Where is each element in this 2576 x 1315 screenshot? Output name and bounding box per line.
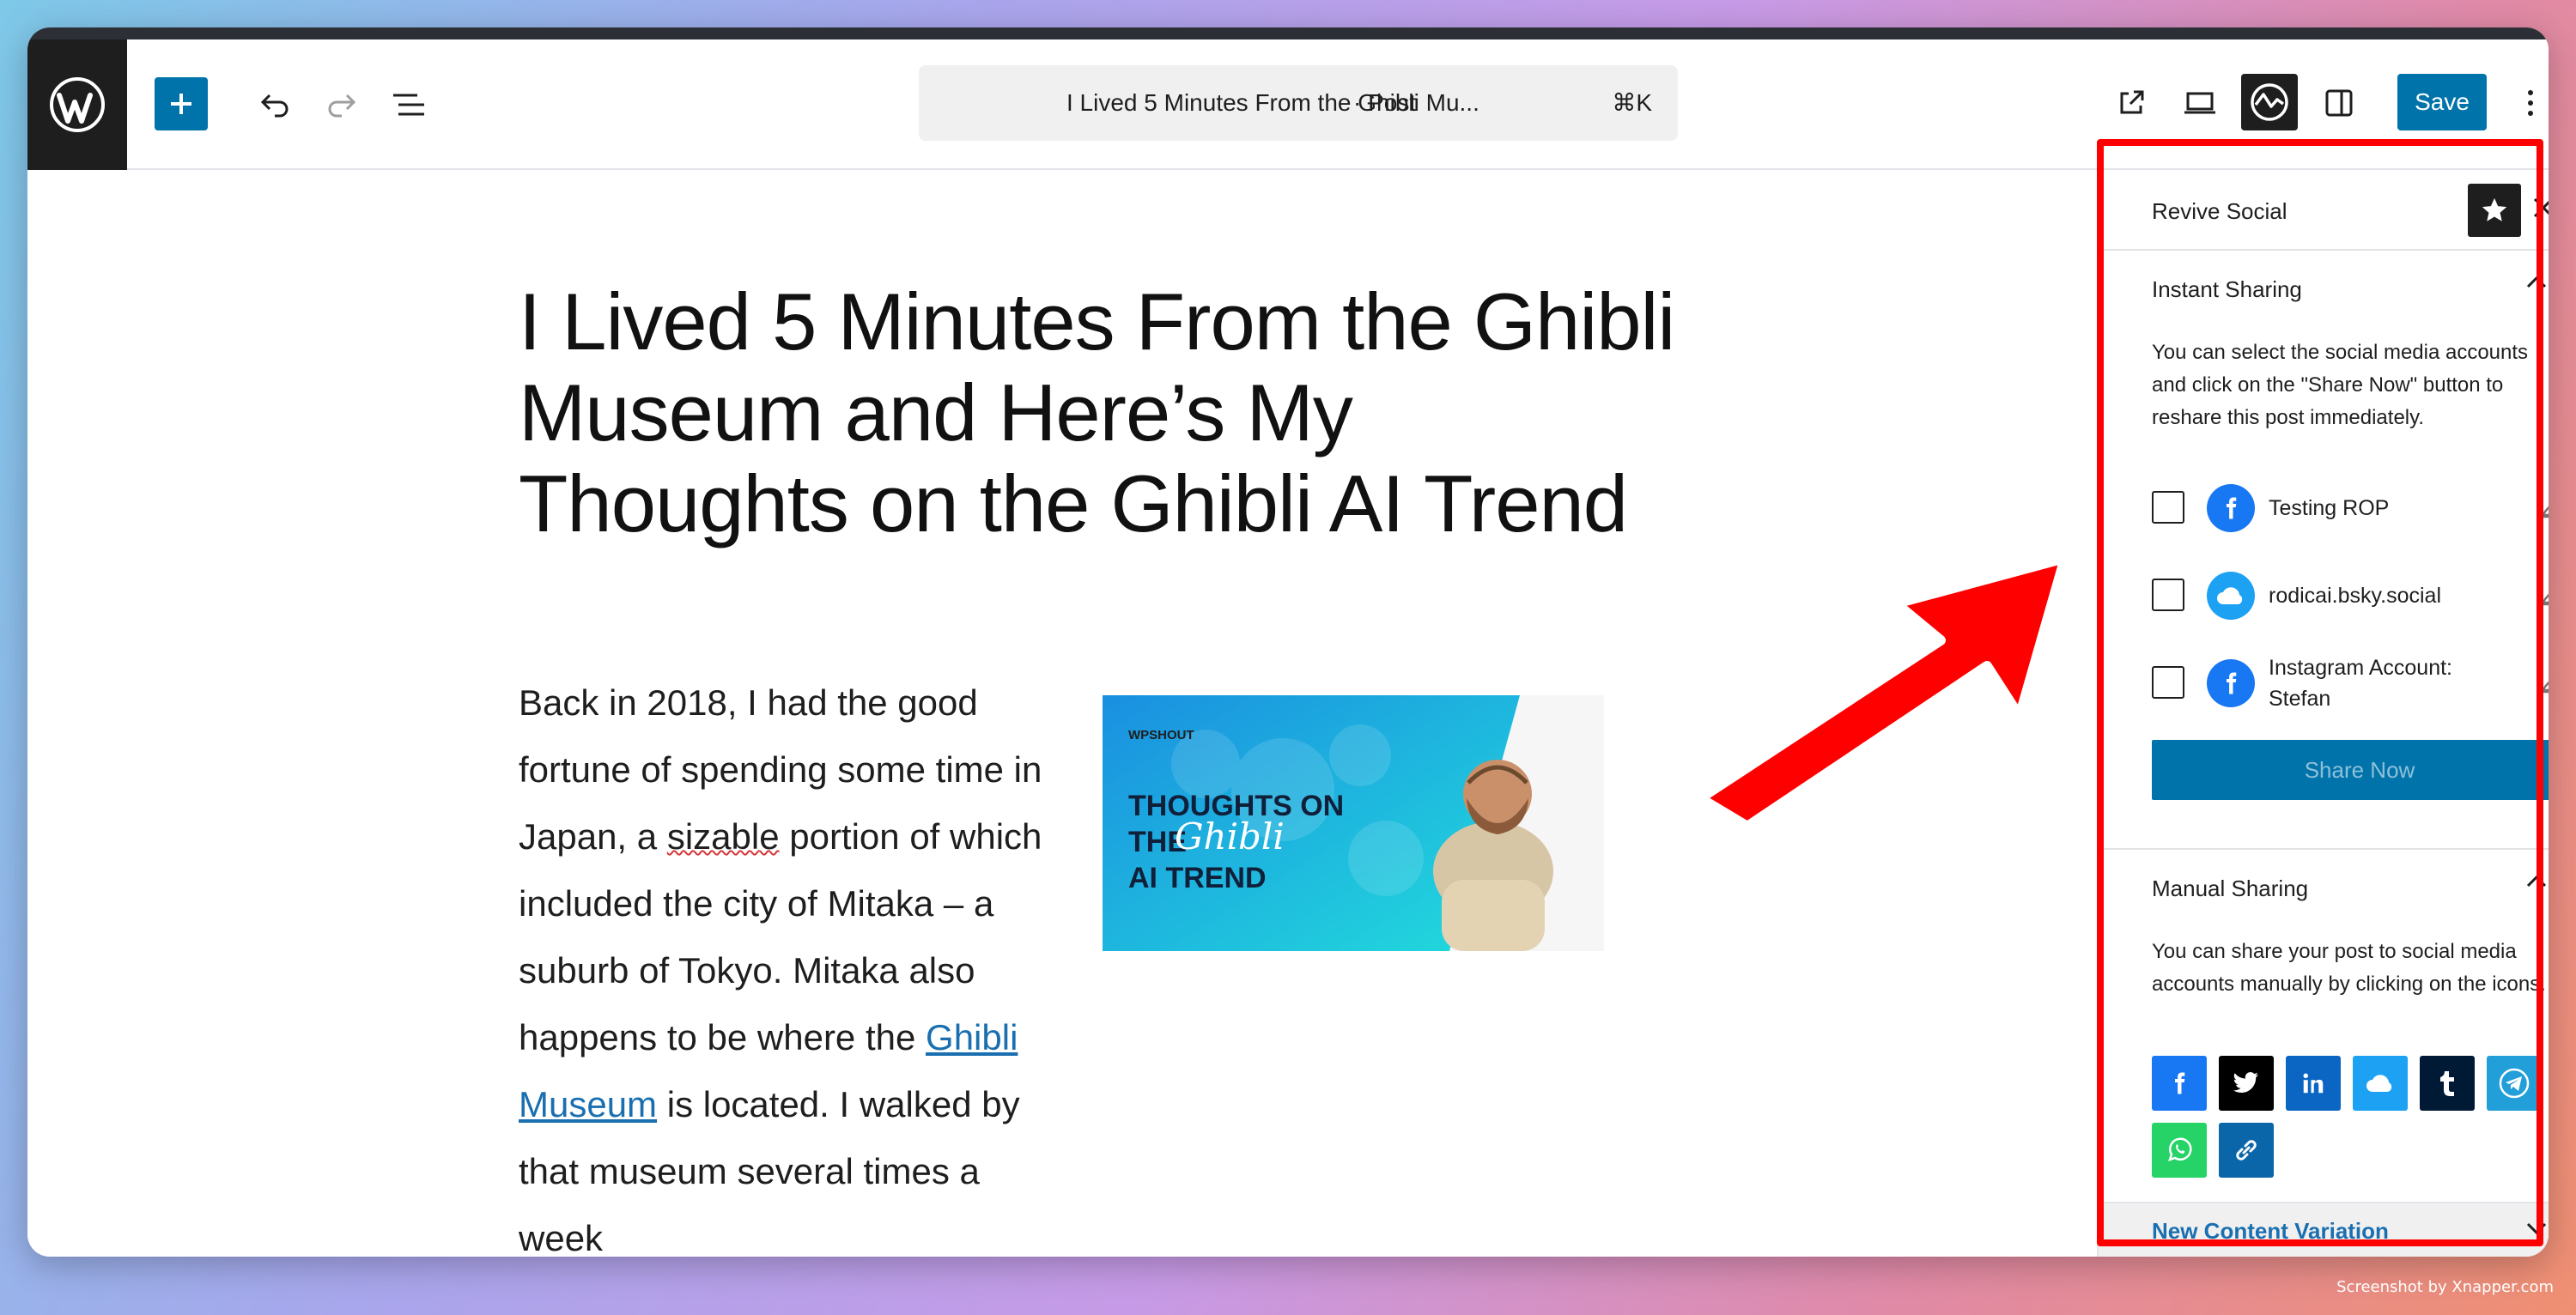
add-block-button[interactable] [155,77,208,130]
wordpress-logo-icon[interactable] [27,39,127,170]
device-preview-icon[interactable] [2174,77,2226,129]
pin-star-button[interactable] [2468,184,2521,237]
facebook-icon [2207,659,2255,707]
editor-canvas: I Lived 5 Minutes From the Ghibli Museum… [27,172,2097,1257]
close-sidebar-icon[interactable] [2531,196,2549,225]
featured-image[interactable]: WPSHOUT THOUGHTS ON THE Ghibli AI TREND [1103,695,1604,951]
linkedin-icon[interactable] [2286,1056,2341,1111]
document-title: I Lived 5 Minutes From the Ghibli Mu... [1066,89,1479,116]
account-name: Instagram Account: Stefan [2269,656,2453,711]
document-type: · Post [1353,89,1417,116]
spellcheck-word: sizable [666,816,780,857]
account-row-testing-rop[interactable]: Testing ROP [2152,472,2549,541]
view-post-external-icon[interactable] [2105,77,2157,129]
sidebar-header: Revive Social [2099,172,2549,251]
edit-message-icon[interactable] [2538,491,2549,524]
image-brand: WPSHOUT [1128,728,1194,742]
star-icon [2482,197,2507,221]
telegram-icon[interactable] [2487,1056,2542,1111]
revive-social-sidebar: Revive Social Instant Sharing You can se… [2097,172,2549,1257]
account-row-instagram[interactable]: Instagram Account: Stefan [2152,647,2549,716]
account-row-bluesky[interactable]: rodicai.bsky.social [2152,560,2549,628]
account-checkbox[interactable] [2152,666,2184,699]
save-button[interactable]: Save [2397,74,2487,130]
share-now-button[interactable]: Share Now [2152,740,2549,800]
tumblr-icon[interactable] [2420,1056,2475,1111]
sidebar-title: Revive Social [2152,198,2287,224]
copy-link-icon[interactable] [2219,1123,2274,1178]
command-shortcut: ⌘K [1612,89,1652,116]
revive-social-plugin-icon[interactable] [2241,74,2298,130]
window-top-strip [27,27,2549,39]
image-headline-script: Ghibli [1175,815,1285,857]
redo-icon[interactable] [318,81,366,129]
edit-message-icon[interactable] [2538,579,2549,611]
manual-sharing-collapse-icon[interactable] [2524,872,2549,903]
new-content-variation-panel[interactable]: New Content Variation [2099,1202,2549,1257]
facebook-icon [2207,484,2255,532]
post-title[interactable]: I Lived 5 Minutes From the Ghibli Museum… [519,276,1686,549]
whatsapp-icon[interactable] [2152,1123,2207,1178]
account-checkbox[interactable] [2152,491,2184,524]
account-name: Testing ROP [2269,496,2390,520]
bluesky-icon[interactable] [2353,1056,2408,1111]
undo-icon[interactable] [251,81,299,129]
post-paragraph[interactable]: Back in 2018, I had the good fortune of … [519,670,1068,1257]
new-content-variation-title: New Content Variation [2152,1218,2389,1244]
account-checkbox[interactable] [2152,579,2184,611]
more-options-icon[interactable] [2518,77,2543,129]
manual-sharing-description: You can share your post to social media … [2152,940,2546,996]
section-divider [2099,848,2549,850]
bluesky-icon [2207,572,2255,620]
settings-sidebar-icon[interactable] [2313,77,2365,129]
editor-toolbar: I Lived 5 Minutes From the Ghibli Mu... … [27,39,2549,170]
document-overview-icon[interactable] [385,81,433,129]
chevron-down-icon [2526,1222,2547,1235]
command-palette-bar[interactable]: I Lived 5 Minutes From the Ghibli Mu... … [919,65,1678,141]
facebook-icon[interactable] [2152,1056,2207,1111]
instant-sharing-title[interactable]: Instant Sharing [2152,276,2302,303]
x-twitter-icon[interactable] [2219,1056,2274,1111]
image-headline-3: AI TREND [1128,862,1267,894]
instant-sharing-collapse-icon[interactable] [2524,273,2549,304]
edit-message-icon[interactable] [2538,666,2549,699]
editor-window: I Lived 5 Minutes From the Ghibli Mu... … [27,27,2549,1257]
manual-sharing-title[interactable]: Manual Sharing [2152,876,2308,902]
account-name: rodicai.bsky.social [2269,584,2442,608]
screenshot-credit: Screenshot by Xnapper.com [2336,1278,2554,1296]
instant-sharing-description: You can select the social media accounts… [2152,341,2529,429]
